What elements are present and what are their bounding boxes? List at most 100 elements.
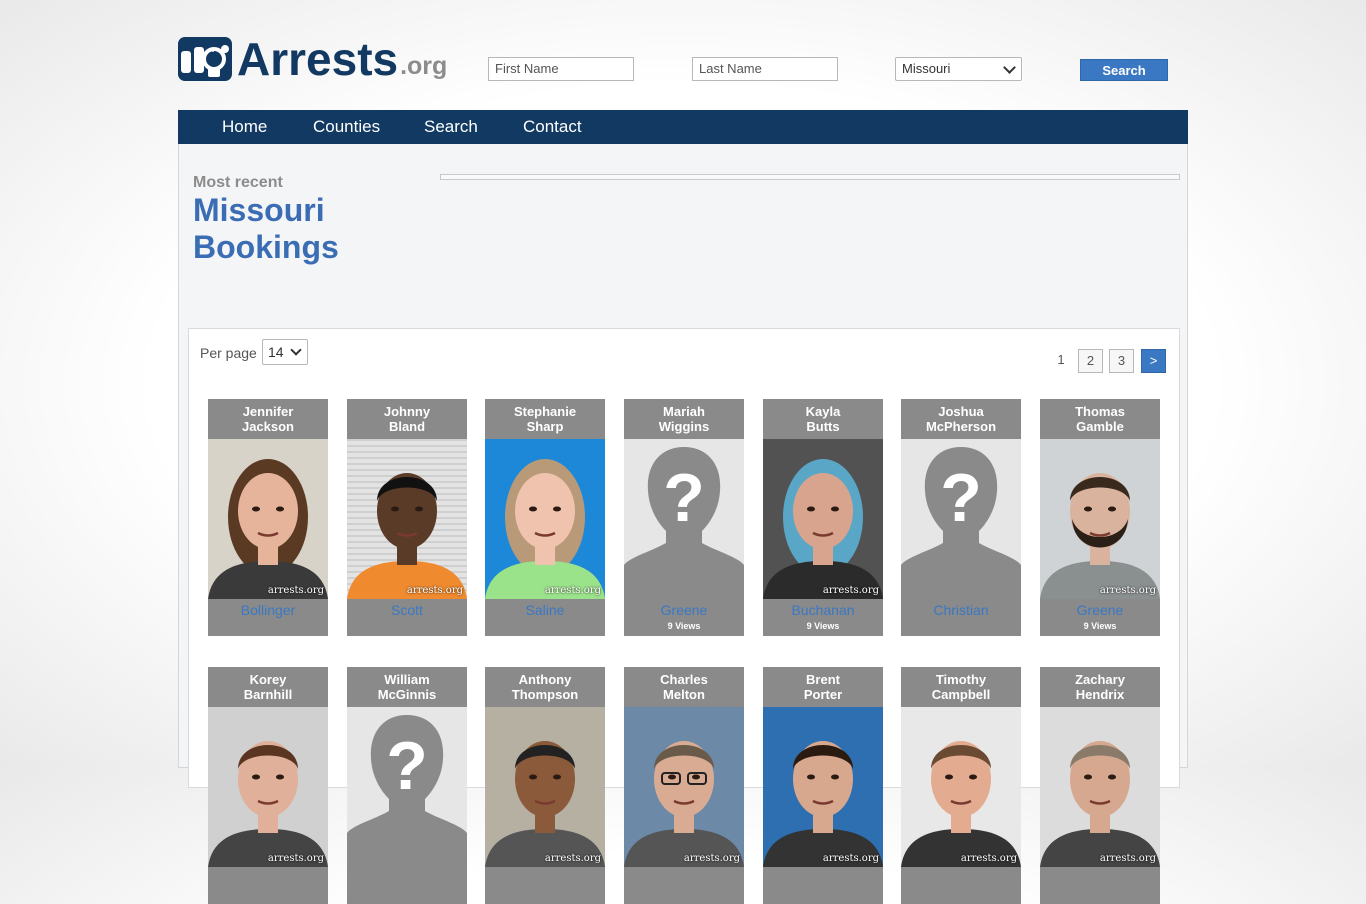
mugshot-photo: [1040, 439, 1160, 599]
booking-card[interactable]: Joshua McPherson? Christian: [901, 399, 1021, 636]
mugshot[interactable]: ?: [901, 439, 1021, 599]
booking-first-name: Mariah: [663, 404, 705, 419]
ad-banner: [440, 174, 1180, 180]
booking-card[interactable]: Anthony Thompson arrests.org: [485, 667, 605, 904]
per-page-label: Per page: [200, 345, 257, 361]
nav-search[interactable]: Search: [424, 110, 478, 143]
booking-first-name: Zachary: [1075, 672, 1125, 687]
booking-card[interactable]: Johnny Bland arrests.org Scott: [347, 399, 467, 636]
booking-name[interactable]: Mariah Wiggins: [624, 404, 744, 434]
pagination-page-3[interactable]: 3: [1109, 349, 1134, 373]
booking-last-name: Barnhill: [243, 687, 293, 702]
booking-name[interactable]: Charles Melton: [624, 672, 744, 702]
booking-name[interactable]: Thomas Gamble: [1040, 404, 1160, 434]
booking-first-name: Johnny: [383, 404, 431, 419]
booking-card[interactable]: Stephanie Sharp arrests.org Saline: [485, 399, 605, 636]
booking-card[interactable]: Mariah Wiggins? Greene 9 Views: [624, 399, 744, 636]
nav-contact[interactable]: Contact: [523, 110, 582, 143]
booking-last-name: Wiggins: [658, 419, 710, 434]
booking-first-name: Timothy: [935, 672, 987, 687]
mugshot[interactable]: arrests.org: [485, 439, 605, 599]
booking-name[interactable]: Zachary Hendrix: [1040, 672, 1160, 702]
booking-views: 9 Views: [806, 621, 840, 631]
mugshot[interactable]: arrests.org: [1040, 439, 1160, 599]
booking-last-name: Porter: [803, 687, 843, 702]
mugshot[interactable]: arrests.org: [208, 707, 328, 867]
mugshot[interactable]: arrests.org: [901, 707, 1021, 867]
booking-name[interactable]: Anthony Thompson: [485, 672, 605, 702]
mugshot-photo: [347, 439, 467, 599]
site-header: Arrests .org First Name Last Name Missou…: [178, 34, 1188, 84]
booking-name[interactable]: Joshua McPherson: [901, 404, 1021, 434]
logo-text: Arrests: [237, 33, 399, 85]
mugshot-photo: [624, 707, 744, 867]
booking-first-name: Jennifer: [242, 404, 294, 419]
booking-name[interactable]: William McGinnis: [347, 672, 467, 702]
state-select[interactable]: Missouri: [895, 57, 1022, 81]
first-name-input[interactable]: First Name: [488, 57, 634, 81]
booking-name[interactable]: Johnny Bland: [347, 404, 467, 434]
booking-card[interactable]: Timothy Campbell arrests.org: [901, 667, 1021, 904]
mugshot[interactable]: arrests.org: [763, 707, 883, 867]
watermark: arrests.org: [544, 585, 601, 596]
booking-county-link[interactable]: Christian: [901, 602, 1021, 618]
mugshot-photo: [485, 707, 605, 867]
watermark: arrests.org: [960, 853, 1017, 864]
mugshot[interactable]: ?: [624, 439, 744, 599]
last-name-input[interactable]: Last Name: [692, 57, 838, 81]
mugshot[interactable]: arrests.org: [624, 707, 744, 867]
chevron-down-icon: [1003, 60, 1016, 74]
pagination-page-2[interactable]: 2: [1078, 349, 1103, 373]
booking-card[interactable]: Kayla Butts arrests.org Buchanan 9 Views: [763, 399, 883, 636]
mugshot[interactable]: ?: [347, 707, 467, 867]
booking-last-name: Campbell: [931, 687, 991, 702]
booking-last-name: Butts: [806, 419, 840, 434]
booking-card[interactable]: Brent Porter arrests.org: [763, 667, 883, 904]
page-kicker: Most recent: [193, 174, 283, 191]
mugshot[interactable]: arrests.org: [1040, 707, 1160, 867]
pagination-next-button[interactable]: >: [1141, 349, 1166, 373]
search-button[interactable]: Search: [1080, 59, 1168, 81]
mugshot[interactable]: arrests.org: [485, 707, 605, 867]
booking-last-name: Bland: [388, 419, 426, 434]
nav-home[interactable]: Home: [222, 110, 267, 143]
booking-county-link[interactable]: Bollinger: [208, 602, 328, 618]
booking-name[interactable]: Kayla Butts: [763, 404, 883, 434]
nav-counties[interactable]: Counties: [313, 110, 380, 143]
logo-suffix: .org: [400, 51, 448, 80]
watermark: arrests.org: [267, 585, 324, 596]
booking-county-link[interactable]: Greene: [624, 602, 744, 618]
booking-first-name: Kayla: [805, 404, 841, 419]
booking-card[interactable]: Korey Barnhill arrests.org: [208, 667, 328, 904]
booking-county-link[interactable]: Buchanan: [763, 602, 883, 618]
mugshot[interactable]: arrests.org: [763, 439, 883, 599]
booking-name[interactable]: Brent Porter: [763, 672, 883, 702]
per-page-select[interactable]: 14: [262, 339, 308, 365]
booking-name[interactable]: Stephanie Sharp: [485, 404, 605, 434]
booking-county-link[interactable]: Saline: [485, 602, 605, 618]
booking-county-link[interactable]: Greene: [1040, 602, 1160, 618]
booking-name[interactable]: Timothy Campbell: [901, 672, 1021, 702]
booking-last-name: Gamble: [1076, 419, 1124, 434]
svg-text:?: ?: [940, 460, 982, 536]
booking-county-link[interactable]: Scott: [347, 602, 467, 618]
booking-card[interactable]: William McGinnis?: [347, 667, 467, 904]
main-nav: Home Counties Search Contact: [178, 110, 1188, 144]
booking-card[interactable]: Thomas Gamble arrests.org Greene 9 Views: [1040, 399, 1160, 636]
booking-name[interactable]: Jennifer Jackson: [208, 404, 328, 434]
booking-card[interactable]: Charles Melton arrests.org: [624, 667, 744, 904]
booking-last-name: Hendrix: [1075, 687, 1125, 702]
mugshot[interactable]: arrests.org: [208, 439, 328, 599]
page-title: Missouri Bookings: [193, 192, 339, 266]
main-content: Most recent Missouri Bookings Per page 1…: [178, 144, 1188, 904]
booking-last-name: Thompson: [511, 687, 579, 702]
site-logo[interactable]: Arrests .org: [178, 36, 447, 82]
mugshot[interactable]: arrests.org: [347, 439, 467, 599]
booking-name[interactable]: Korey Barnhill: [208, 672, 328, 702]
booking-first-name: Stephanie: [513, 404, 577, 419]
per-page-value: 14: [268, 344, 284, 360]
booking-card[interactable]: Jennifer Jackson arrests.org Bollinger: [208, 399, 328, 636]
booking-first-name: Anthony: [518, 672, 572, 687]
booking-card[interactable]: Zachary Hendrix arrests.org: [1040, 667, 1160, 904]
watermark: arrests.org: [1099, 853, 1156, 864]
